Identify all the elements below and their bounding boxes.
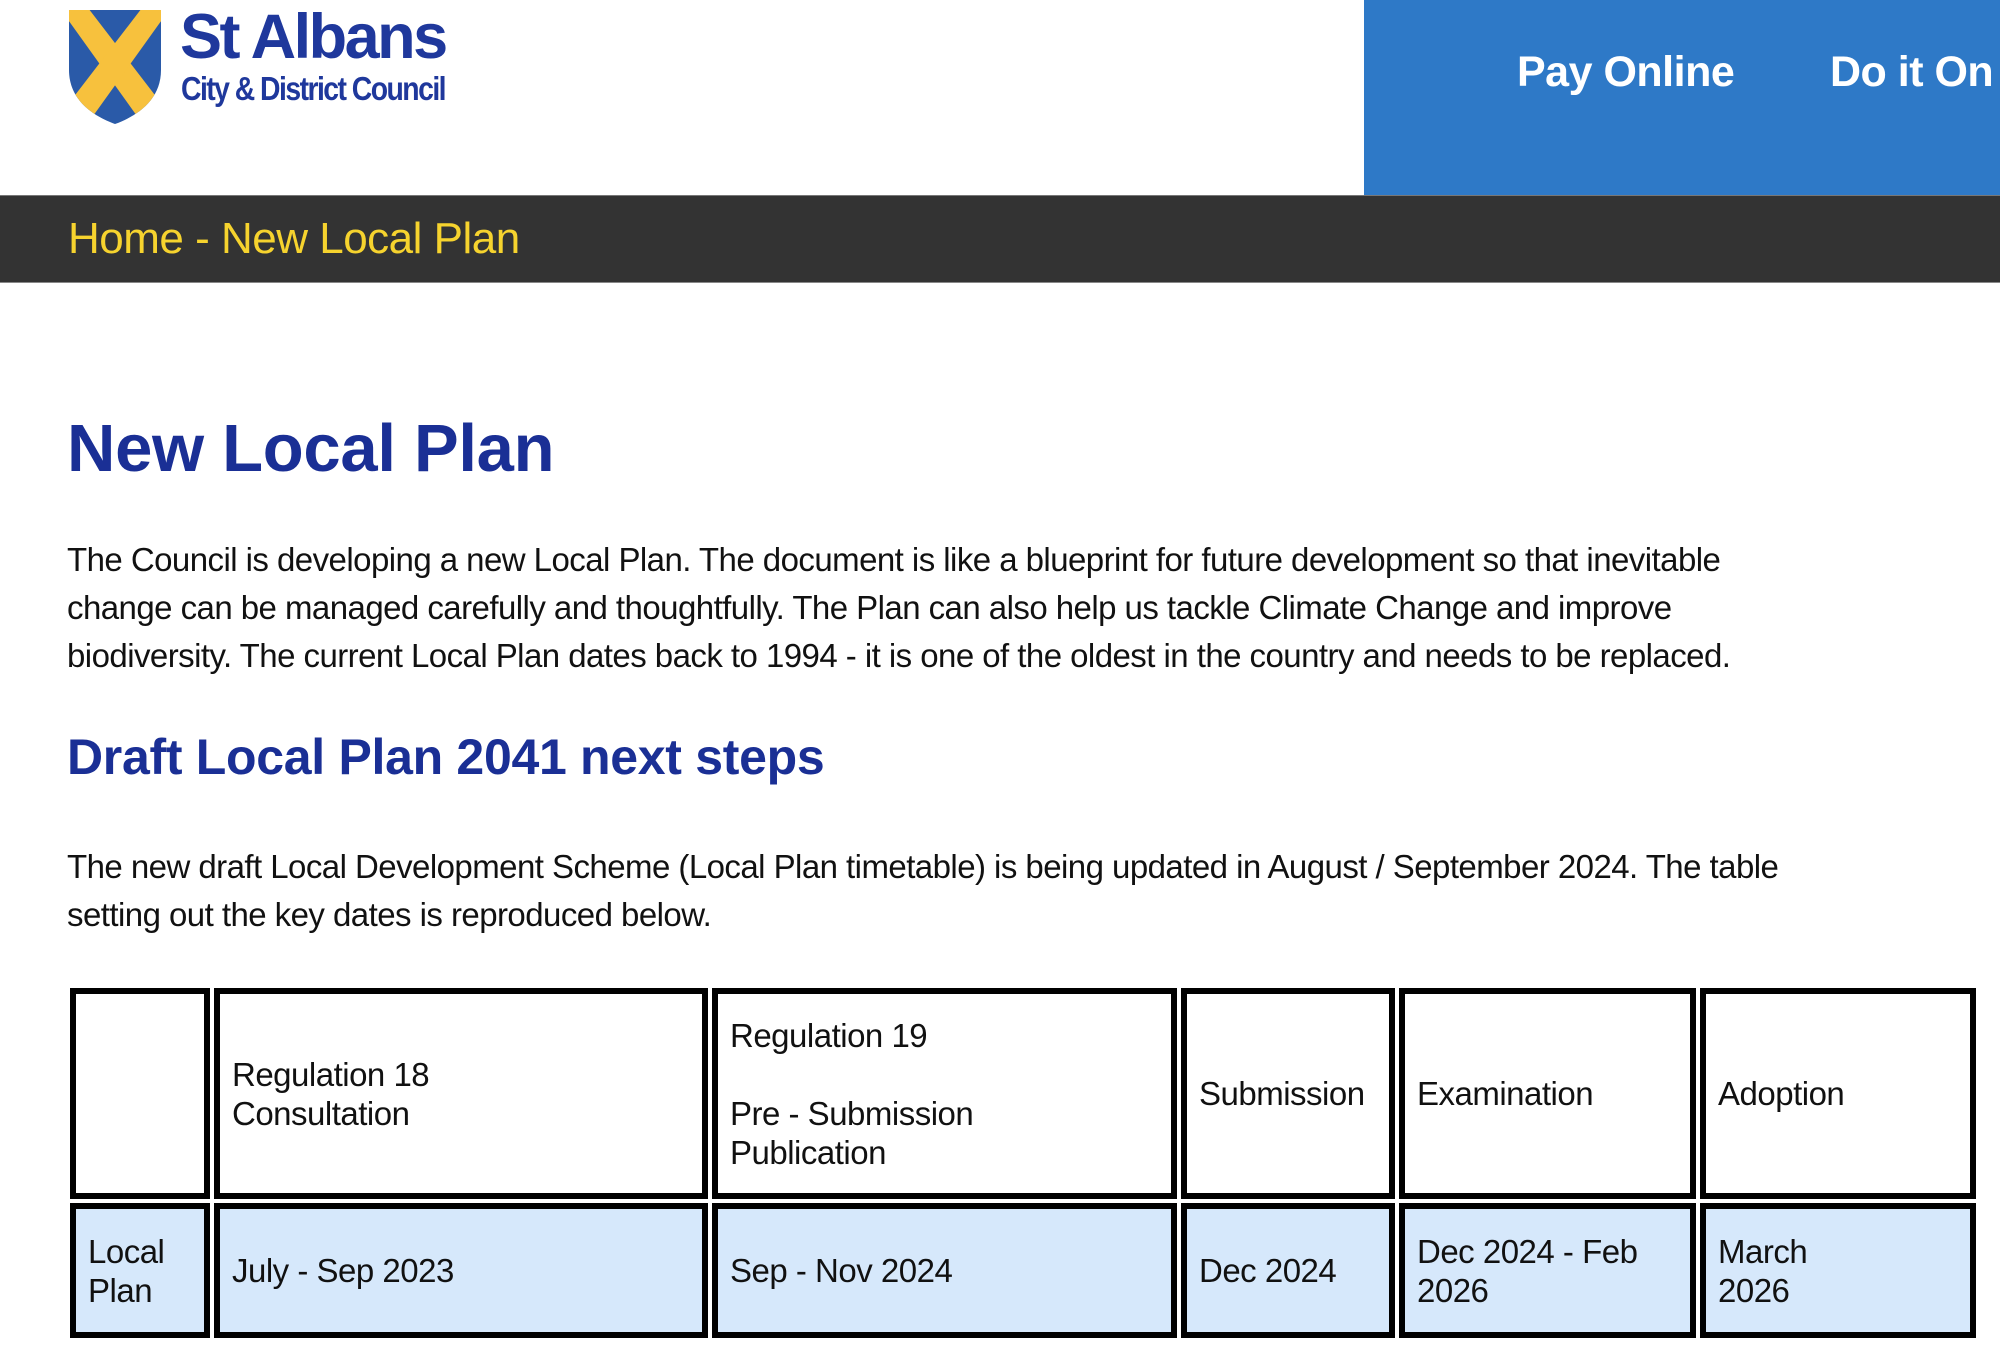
header-cell-blank [70, 988, 210, 1199]
cell-line: Adoption [1718, 1075, 1845, 1112]
cell-line: Regulation 18 [232, 1055, 430, 1093]
lds-line: The new draft Local Development Scheme (… [67, 848, 1779, 885]
cell-line: Consultation [232, 1094, 410, 1132]
table-row: Local Plan July - Sep 2023 Sep - Nov 202… [70, 1203, 1976, 1338]
header-cell-adoption: Adoption [1700, 988, 1976, 1199]
top-navigation: Pay Online Do it On [1364, 0, 2000, 195]
intro-line: biodiversity. The current Local Plan dat… [67, 637, 1731, 674]
cell-line: July - Sep 2023 [232, 1252, 454, 1289]
cell-line: 2026 [1718, 1271, 1790, 1309]
cell-line: 2026 [1417, 1271, 1489, 1309]
cell-line: Dec 2024 - Feb [1417, 1232, 1638, 1270]
breadcrumb-separator: - [183, 214, 221, 263]
cell-adoption-date: March 2026 [1700, 1203, 1976, 1338]
cell-examination-date: Dec 2024 - Feb 2026 [1399, 1203, 1696, 1338]
key-dates-table: Regulation 18 Consultation Regulation 19… [66, 984, 1980, 1342]
cell-regulation-18-date: July - Sep 2023 [214, 1203, 708, 1338]
council-logo[interactable]: St Albans City & District Council [67, 2, 487, 128]
cell-regulation-19-date: Sep - Nov 2024 [712, 1203, 1177, 1338]
section-heading: Draft Local Plan 2041 next steps [67, 729, 825, 785]
header-cell-regulation-18: Regulation 18 Consultation [214, 988, 708, 1199]
cell-line: Publication [730, 1133, 886, 1171]
header-cell-regulation-19: Regulation 19 Pre - Submission Publicati… [712, 988, 1177, 1199]
lds-paragraph: The new draft Local Development Scheme (… [67, 843, 1779, 939]
intro-line: The Council is developing a new Local Pl… [67, 541, 1721, 578]
breadcrumb: Home - New Local Plan [68, 214, 520, 264]
shield-crest-icon [69, 10, 161, 124]
cell-line: March [1718, 1232, 1808, 1270]
intro-paragraph: The Council is developing a new Local Pl… [67, 536, 1731, 680]
breadcrumb-current: New Local Plan [220, 214, 520, 263]
cell-blank-line [730, 1055, 1159, 1094]
table-header-row: Regulation 18 Consultation Regulation 19… [70, 988, 1976, 1199]
cell-line: Submission [1199, 1075, 1365, 1112]
breadcrumb-bar: Home - New Local Plan [0, 195, 2000, 283]
intro-line: change can be managed carefully and thou… [67, 589, 1672, 626]
cell-line: Examination [1417, 1075, 1594, 1112]
site-header: St Albans City & District Council Pay On… [0, 0, 2000, 195]
breadcrumb-home[interactable]: Home [68, 214, 184, 263]
cell-line: Plan [88, 1271, 153, 1309]
logo-subtitle: City & District Council [181, 70, 447, 107]
cell-line: Pre - Submission [730, 1094, 974, 1132]
cell-line: Local [88, 1232, 165, 1270]
nav-pay-online[interactable]: Pay Online [1517, 48, 1735, 97]
logo-title: St Albans [180, 2, 448, 72]
row-label-cell: Local Plan [70, 1203, 210, 1338]
nav-do-it-online[interactable]: Do it On [1830, 48, 1994, 97]
header-cell-examination: Examination [1399, 988, 1696, 1199]
lds-line: setting out the key dates is reproduced … [67, 896, 712, 933]
cell-submission-date: Dec 2024 [1181, 1203, 1395, 1338]
page-title: New Local Plan [67, 411, 555, 486]
header-cell-submission: Submission [1181, 988, 1395, 1199]
cell-line: Sep - Nov 2024 [730, 1252, 953, 1289]
cell-line: Regulation 19 [730, 1016, 928, 1054]
cell-line: Dec 2024 [1199, 1252, 1337, 1289]
